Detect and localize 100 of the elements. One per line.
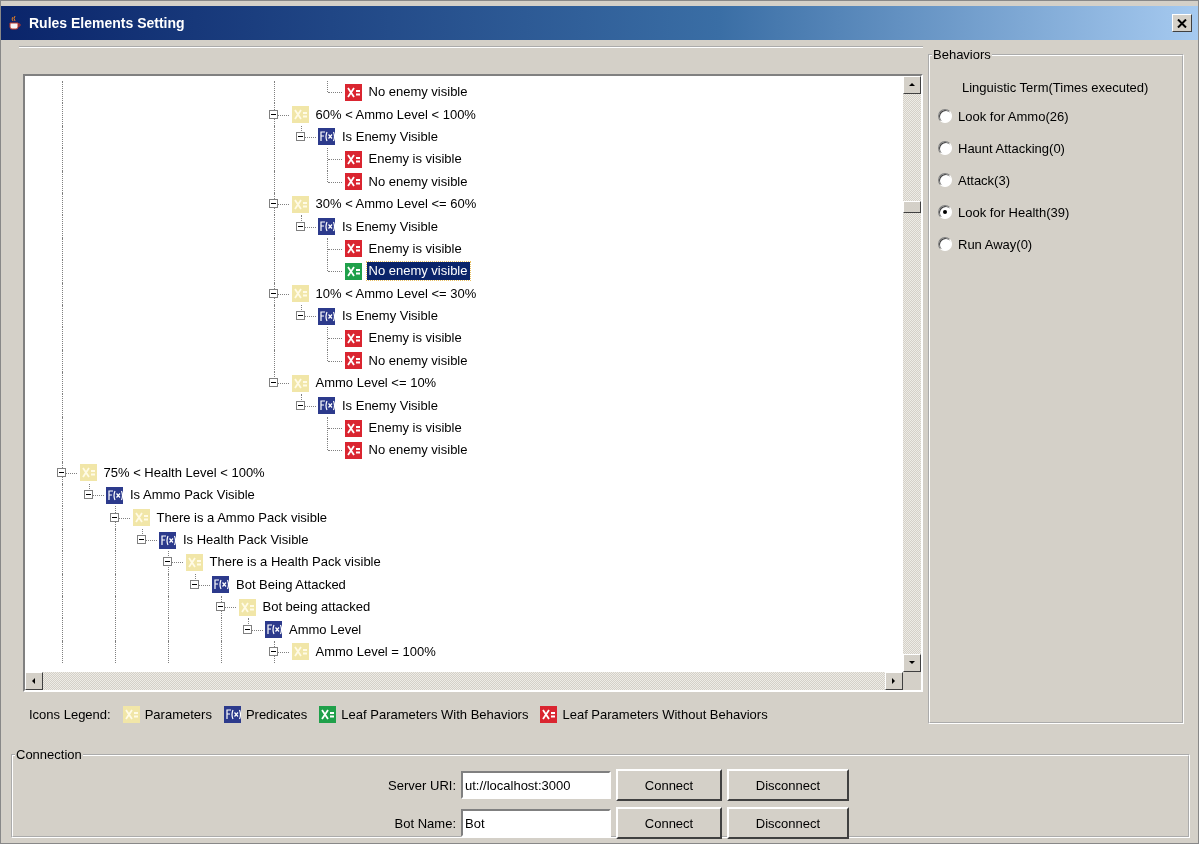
field-label: Server URI: — [387, 777, 456, 793]
leaf-icon — [344, 240, 362, 258]
collapse-icon[interactable] — [83, 490, 93, 500]
panel-title: Connection — [15, 747, 83, 762]
connect-button[interactable]: Connect — [616, 807, 722, 839]
collapse-icon[interactable] — [269, 378, 278, 388]
collapse-icon[interactable] — [269, 646, 278, 656]
radio-button[interactable] — [938, 173, 952, 187]
tree-node[interactable]: Enemy is visible — [366, 239, 464, 258]
tree-node[interactable]: 75% < Health Level < 100% — [101, 463, 267, 482]
collapse-icon[interactable] — [110, 512, 119, 522]
tree-node[interactable]: Is Enemy Visible — [340, 396, 440, 415]
legend-label: Parameters — [144, 707, 212, 722]
parameter-icon — [122, 706, 140, 723]
tree-node[interactable]: Bot Being Attacked — [234, 575, 348, 594]
tree-node[interactable]: No enemy visible — [366, 441, 470, 460]
tree-node[interactable]: There is a Ammo Pack visible — [154, 508, 329, 527]
right-arrow-icon — [890, 677, 898, 685]
radio-label: Haunt Attacking(0) — [958, 140, 1065, 156]
leaf-icon — [344, 150, 362, 168]
tree-node[interactable]: There is a Health Pack visible — [207, 553, 383, 572]
collapse-icon[interactable] — [295, 400, 305, 410]
collapse-icon[interactable] — [57, 467, 66, 477]
scroll-thumb[interactable] — [903, 201, 921, 213]
parameter-icon — [291, 374, 309, 392]
tree-node[interactable]: Enemy is visible — [366, 150, 464, 169]
tree-node[interactable]: No enemy visible — [366, 83, 470, 102]
leaf-icon — [344, 173, 362, 191]
collapse-icon[interactable] — [269, 199, 278, 209]
leaf-icon — [319, 706, 337, 723]
function-icon — [318, 307, 335, 325]
parameter-icon — [185, 553, 203, 571]
function-icon — [223, 706, 241, 723]
parameter-icon — [291, 285, 309, 303]
connect-button[interactable]: Connect — [616, 769, 722, 801]
leaf-icon — [344, 419, 362, 437]
radio-button[interactable] — [938, 109, 952, 123]
tree-node[interactable]: Is Enemy Visible — [340, 127, 440, 146]
function-icon — [265, 621, 282, 639]
radio-label: Attack(3) — [958, 172, 1010, 188]
tree-node[interactable]: No enemy visible — [366, 262, 470, 281]
parameter-icon — [291, 106, 309, 124]
collapse-icon[interactable] — [269, 109, 278, 119]
column-heading: Linguistic Term(Times executed) — [961, 80, 1150, 95]
radio-button[interactable] — [938, 237, 952, 251]
tree-node[interactable]: No enemy visible — [366, 351, 470, 370]
tree-node[interactable]: Enemy is visible — [366, 329, 464, 348]
collapse-icon[interactable] — [295, 131, 305, 141]
close-icon — [1177, 18, 1187, 28]
collapse-icon[interactable] — [136, 535, 146, 544]
left-arrow-icon — [30, 677, 38, 685]
leaf-icon — [344, 441, 362, 459]
collapse-icon[interactable] — [242, 624, 252, 634]
radio-button[interactable] — [938, 205, 952, 219]
up-arrow-icon — [908, 81, 916, 89]
leaf-icon — [540, 706, 558, 723]
collapse-icon[interactable] — [216, 602, 225, 612]
collapse-icon[interactable] — [295, 311, 305, 321]
disconnect-button[interactable]: Disconnect — [727, 807, 849, 839]
function-icon — [159, 531, 176, 549]
tree-node[interactable]: Is Ammo Pack Visible — [128, 486, 257, 505]
leaf-icon — [344, 352, 362, 370]
parameter-icon — [79, 464, 97, 482]
tree-node[interactable]: Enemy is visible — [366, 419, 464, 438]
tree-node[interactable]: 60% < Ammo Level < 100% — [313, 105, 478, 124]
vertical-scrollbar[interactable] — [903, 76, 921, 672]
panel-title: Behaviors — [932, 47, 992, 62]
collapse-icon[interactable] — [189, 579, 199, 589]
tree-node[interactable]: No enemy visible — [366, 172, 470, 191]
tree-node[interactable]: Ammo Level <= 10% — [313, 374, 439, 393]
parameter-icon — [238, 598, 256, 616]
input-field[interactable]: ut://localhost:3000 — [461, 771, 611, 799]
parameter-icon — [291, 195, 309, 213]
tree-node[interactable]: 10% < Ammo Level <= 30% — [313, 284, 479, 303]
close-button[interactable] — [1172, 14, 1192, 32]
radio-label: Look for Ammo(26) — [958, 108, 1069, 124]
function-icon — [318, 128, 335, 146]
tree-node[interactable]: Is Enemy Visible — [340, 307, 440, 326]
leaf-icon — [344, 83, 362, 101]
tree-node[interactable]: 30% < Ammo Level <= 60% — [313, 195, 479, 214]
disconnect-button[interactable]: Disconnect — [727, 769, 849, 801]
window-title: Rules Elements Setting — [29, 15, 186, 31]
function-icon — [212, 576, 229, 594]
coffee-cup-icon — [7, 15, 23, 31]
tree-node[interactable]: Is Enemy Visible — [340, 217, 440, 236]
field-label: Bot Name: — [393, 815, 456, 831]
parameter-icon — [132, 509, 150, 527]
leaf-icon — [344, 262, 362, 280]
function-icon — [106, 486, 123, 504]
tree-node[interactable]: Bot being attacked — [260, 598, 373, 617]
collapse-icon[interactable] — [269, 288, 278, 298]
radio-button[interactable] — [938, 141, 952, 155]
scrollbar-corner — [903, 672, 921, 690]
horizontal-scrollbar[interactable] — [25, 672, 903, 690]
input-field[interactable]: Bot — [461, 809, 611, 837]
collapse-icon[interactable] — [295, 221, 305, 231]
tree-node[interactable]: Ammo Level — [287, 620, 364, 639]
tree-node[interactable]: Is Health Pack Visible — [181, 531, 311, 549]
tree-node[interactable]: Ammo Level = 100% — [313, 642, 438, 661]
collapse-icon[interactable] — [163, 557, 172, 567]
